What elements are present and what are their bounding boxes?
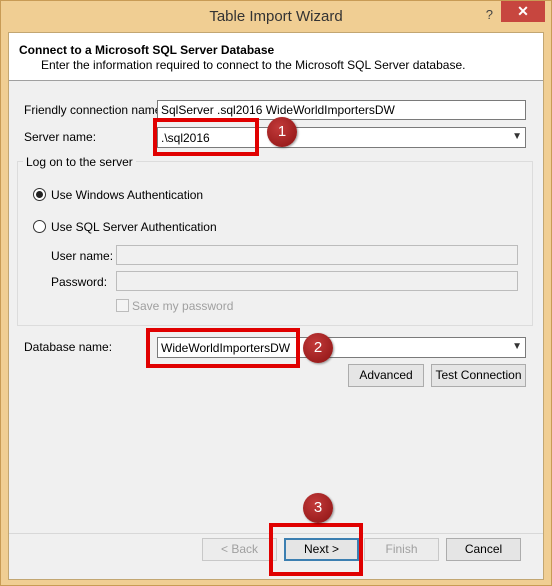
wizard-window: Table Import Wizard ? ✕ Connect to a Mic… (0, 0, 552, 586)
password-label: Password: (51, 275, 108, 289)
save-password-label: Save my password (132, 299, 234, 313)
help-icon[interactable]: ? (486, 7, 493, 22)
logon-group-title: Log on to the server (23, 155, 136, 169)
dialog-client: Connect to a Microsoft SQL Server Databa… (8, 32, 544, 580)
chevron-down-icon[interactable]: ▼ (512, 341, 522, 352)
advanced-button[interactable]: Advanced (348, 364, 424, 387)
password-field[interactable] (116, 271, 518, 291)
window-title: Table Import Wizard (209, 8, 343, 25)
page-header: Connect to a Microsoft SQL Server Databa… (9, 33, 543, 81)
database-highlight-box (146, 328, 300, 368)
server-highlight-box (153, 118, 259, 156)
annotation-badge-3: 3 (303, 493, 333, 523)
windows-auth-radio[interactable] (33, 188, 46, 201)
sql-auth-radio[interactable] (33, 220, 46, 233)
windows-auth-label[interactable]: Use Windows Authentication (51, 188, 203, 202)
friendly-name-label: Friendly connection name: (24, 103, 165, 117)
cancel-button[interactable]: Cancel (446, 538, 521, 561)
page-subtitle: Enter the information required to connec… (41, 58, 466, 72)
save-password-checkbox[interactable] (116, 299, 129, 312)
test-connection-button[interactable]: Test Connection (431, 364, 526, 387)
logon-group (17, 161, 533, 326)
sql-auth-label[interactable]: Use SQL Server Authentication (51, 220, 217, 234)
server-name-label: Server name: (24, 130, 97, 144)
user-name-label: User name: (51, 249, 114, 263)
title-bar[interactable]: Table Import Wizard ? ✕ (1, 1, 551, 32)
page-title: Connect to a Microsoft SQL Server Databa… (19, 43, 275, 57)
chevron-down-icon[interactable]: ▼ (512, 131, 522, 142)
finish-button[interactable]: Finish (364, 538, 439, 561)
annotation-badge-1: 1 (267, 117, 297, 147)
back-button[interactable]: < Back (202, 538, 277, 561)
annotation-badge-2: 2 (303, 333, 333, 363)
friendly-name-field[interactable]: SqlServer .sql2016 WideWorldImportersDW (157, 100, 526, 120)
next-highlight-box (269, 523, 363, 576)
user-name-field[interactable] (116, 245, 518, 265)
database-name-label: Database name: (24, 340, 113, 354)
close-button[interactable]: ✕ (501, 1, 545, 22)
